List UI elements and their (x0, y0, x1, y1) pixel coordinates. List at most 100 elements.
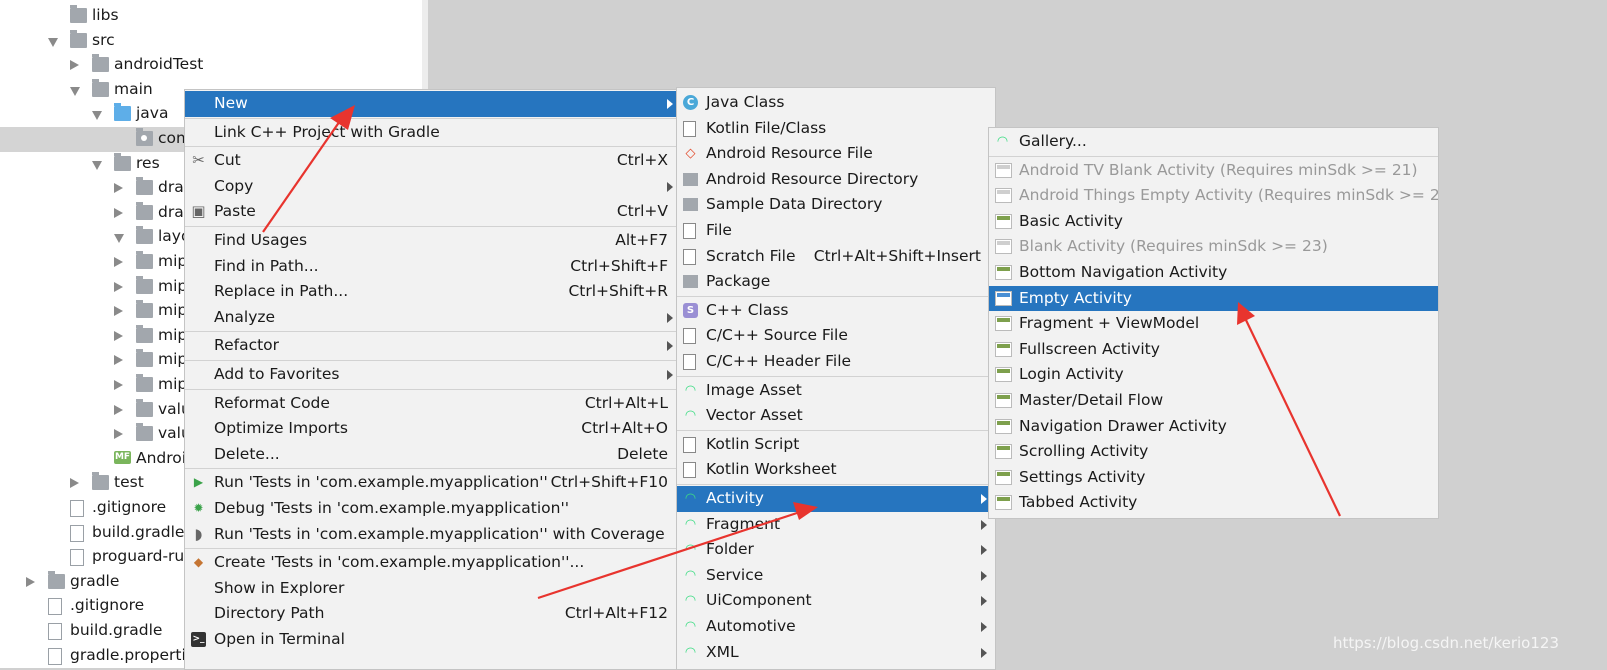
menu-item-open-in-terminal[interactable]: >_ Open in Terminal (185, 627, 679, 653)
menu-item-kotlin-file-class[interactable]: Kotlin File/Class (677, 116, 995, 142)
menu-item-file[interactable]: File (677, 218, 995, 244)
menu-item-label: Basic Activity (1019, 211, 1123, 230)
menu-item-sample-data-directory[interactable]: Sample Data Directory (677, 192, 995, 218)
menu-item-kotlin-script[interactable]: Kotlin Script (677, 432, 995, 458)
collapse-arrow-icon[interactable] (114, 429, 123, 440)
expand-arrow-icon[interactable] (92, 160, 102, 170)
watermark: https://blog.csdn.net/kerio123 (1333, 634, 1559, 652)
tree-item-label: mip (158, 252, 188, 270)
tree-item-label: res (136, 153, 160, 172)
activity-template-icon (995, 367, 1012, 383)
collapse-arrow-icon[interactable] (70, 60, 79, 71)
folder-icon (70, 5, 87, 23)
expand-arrow-icon[interactable] (48, 37, 58, 47)
tree-item[interactable]: androidTest (0, 53, 422, 78)
menu-item-c-c-source-file[interactable]: C/C++ Source File (677, 323, 995, 349)
menu-item-copy[interactable]: Copy (185, 174, 679, 200)
menu-item-reformat-code[interactable]: Reformat Code Ctrl+Alt+L (185, 391, 679, 417)
menu-item-show-in-explorer[interactable]: Show in Explorer (185, 576, 679, 602)
activity-template-icon (995, 239, 1012, 255)
menu-item-navigation-drawer-activity[interactable]: Navigation Drawer Activity (989, 414, 1438, 440)
menu-item-settings-activity[interactable]: Settings Activity (989, 465, 1438, 491)
menu-item-gallery[interactable]: ◠ Gallery... (989, 129, 1438, 155)
folder-icon (683, 172, 698, 186)
tree-item[interactable]: src (0, 29, 422, 54)
menu-item-find-usages[interactable]: Find Usages Alt+F7 (185, 228, 679, 254)
menu-item-label: Android Things Empty Activity (Requires … (1019, 186, 1439, 205)
menu-separator (185, 388, 679, 390)
menu-item-service[interactable]: ◠ Service (677, 563, 995, 589)
menu-item-basic-activity[interactable]: Basic Activity (989, 209, 1438, 235)
menu-item-fullscreen-activity[interactable]: Fullscreen Activity (989, 337, 1438, 363)
menu-item-vector-asset[interactable]: ◠ Vector Asset (677, 403, 995, 429)
shortcut-label: Ctrl+Alt+O (581, 419, 668, 438)
menu-item-fragment[interactable]: ◠ Fragment (677, 512, 995, 538)
menu-item-java-class[interactable]: C Java Class (677, 90, 995, 116)
menu-item-uicomponent[interactable]: ◠ UiComponent (677, 588, 995, 614)
menu-item-run-tests-in-com-example-myapplication[interactable]: ▶ Run 'Tests in 'com.example.myapplicatio… (185, 470, 679, 496)
menu-item-master-detail-flow[interactable]: Master/Detail Flow (989, 388, 1438, 414)
menu-item-delete[interactable]: Delete... Delete (185, 442, 679, 468)
menu-item-add-to-favorites[interactable]: Add to Favorites (185, 362, 679, 388)
menu-item-label: Paste (214, 202, 256, 221)
menu-item-find-in-path[interactable]: Find in Path... Ctrl+Shift+F (185, 254, 679, 280)
menu-item-scrolling-activity[interactable]: Scrolling Activity (989, 439, 1438, 465)
menu-item-label: Login Activity (1019, 365, 1124, 384)
collapse-arrow-icon[interactable] (114, 207, 123, 218)
expand-arrow-icon[interactable] (70, 86, 80, 96)
menu-item-bottom-navigation-activity[interactable]: Bottom Navigation Activity (989, 260, 1438, 286)
menu-item-login-activity[interactable]: Login Activity (989, 362, 1438, 388)
collapse-arrow-icon[interactable] (114, 404, 123, 415)
collapse-arrow-icon[interactable] (114, 306, 123, 317)
menu-item-fragment-viewmodel[interactable]: Fragment + ViewModel (989, 311, 1438, 337)
menu-item-refactor[interactable]: Refactor (185, 333, 679, 359)
android-icon: ◠ (685, 382, 696, 398)
menu-item-scratch-file[interactable]: Scratch File Ctrl+Alt+Shift+Insert (677, 244, 995, 270)
menu-item-paste[interactable]: ▣ Paste Ctrl+V (185, 199, 679, 225)
collapse-arrow-icon[interactable] (114, 183, 123, 194)
menu-item-create-tests-in-com-example-myapplication[interactable]: ◆ Create 'Tests in 'com.example.myapplica… (185, 550, 679, 576)
menu-item-link-c-project-with-gradle[interactable]: Link C++ Project with Gradle (185, 120, 679, 146)
collapse-arrow-icon[interactable] (114, 281, 123, 292)
menu-item-activity[interactable]: ◠ Activity (677, 486, 995, 512)
menu-item-directory-path[interactable]: Directory Path Ctrl+Alt+F12 (185, 601, 679, 627)
menu-item-debug-tests-in-com-example-myapplication[interactable]: ✹ Debug 'Tests in 'com.example.myapplicat… (185, 496, 679, 522)
collapse-arrow-icon[interactable] (70, 478, 79, 489)
menu-item-optimize-imports[interactable]: Optimize Imports Ctrl+Alt+O (185, 416, 679, 442)
menu-separator (185, 117, 679, 119)
menu-item-folder[interactable]: ◠ Folder (677, 537, 995, 563)
menu-item-new[interactable]: New (185, 91, 679, 117)
menu-item-analyze[interactable]: Analyze (185, 305, 679, 331)
menu-item-empty-activity[interactable]: Empty Activity (989, 285, 1438, 312)
menu-item-kotlin-worksheet[interactable]: Kotlin Worksheet (677, 457, 995, 483)
collapse-arrow-icon[interactable] (114, 330, 123, 341)
shortcut-label: Ctrl+Shift+R (568, 282, 668, 301)
menu-item-c-c-header-file[interactable]: C/C++ Header File (677, 349, 995, 375)
collapse-arrow-icon[interactable] (114, 380, 123, 390)
menu-item-android-resource-file[interactable]: ◇ Android Resource File (677, 141, 995, 167)
menu-item-replace-in-path[interactable]: Replace in Path... Ctrl+Shift+R (185, 279, 679, 305)
menu-item-run-tests-in-com-example-myapplication-with-coverage[interactable]: ◗ Run 'Tests in 'com.example.myapplicatio… (185, 522, 679, 548)
menu-item-cut[interactable]: ✂ Cut Ctrl+X (185, 148, 679, 174)
collapse-arrow-icon[interactable] (114, 257, 123, 267)
menu-item-automotive[interactable]: ◠ Automotive (677, 614, 995, 640)
collapse-arrow-icon[interactable] (26, 576, 35, 587)
menu-item-package[interactable]: Package (677, 269, 995, 295)
menu-item-image-asset[interactable]: ◠ Image Asset (677, 378, 995, 404)
android-icon: ◠ (997, 134, 1008, 149)
menu-item-android-resource-directory[interactable]: Android Resource Directory (677, 167, 995, 193)
menu-separator (677, 375, 995, 377)
menu-item-c-class[interactable]: S C++ Class (677, 298, 995, 324)
menu-item-label: Refactor (214, 336, 280, 355)
collapse-arrow-icon[interactable] (114, 355, 123, 366)
tree-item[interactable]: libs (0, 4, 422, 29)
expand-arrow-icon[interactable] (92, 111, 102, 121)
menu-item-label: Copy (214, 176, 254, 195)
folder-icon (48, 570, 65, 589)
menu-item-label: Image Asset (706, 380, 802, 399)
expand-arrow-icon[interactable] (114, 234, 124, 244)
folder-icon (136, 201, 153, 220)
submenu-arrow-icon (667, 181, 673, 192)
menu-item-xml[interactable]: ◠ XML (677, 640, 995, 666)
menu-item-tabbed-activity[interactable]: Tabbed Activity (989, 490, 1438, 516)
